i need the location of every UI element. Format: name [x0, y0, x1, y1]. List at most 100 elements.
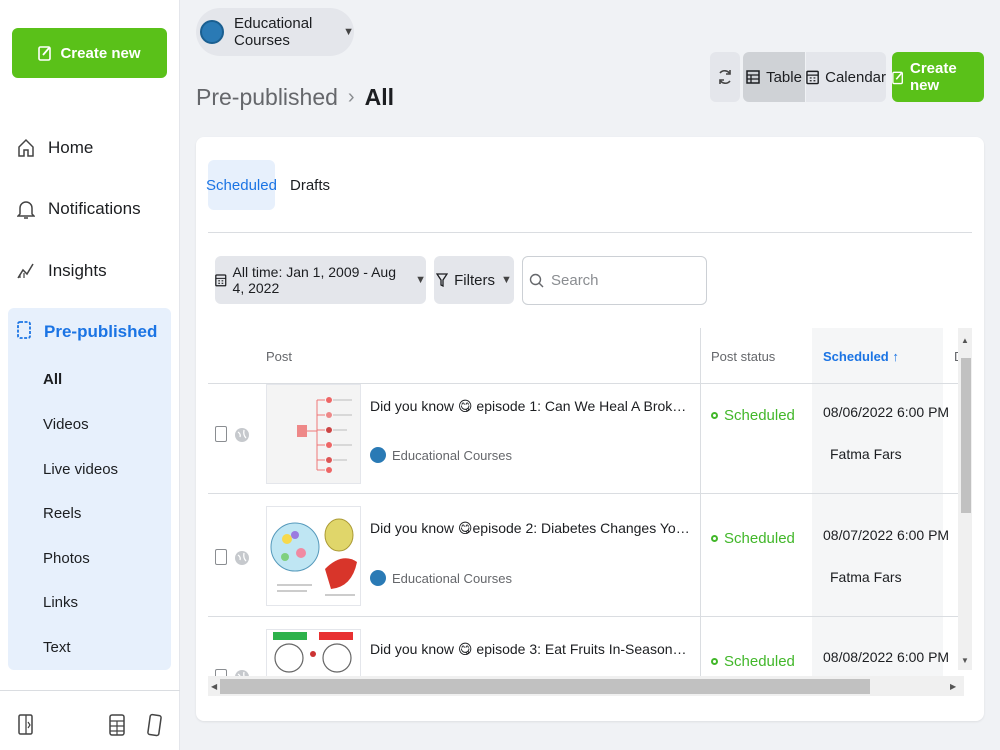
sidebar-item-home[interactable]: Home [0, 125, 180, 171]
compose-icon [892, 71, 903, 84]
sidebar-subitem-live-videos[interactable]: Live videos [43, 455, 118, 483]
calendar-icon [215, 274, 227, 287]
calculator-icon[interactable] [108, 713, 126, 737]
post-author: Fatma Fars [830, 446, 902, 462]
vertical-scrollbar-thumb[interactable] [961, 358, 971, 513]
post-title[interactable]: Did you know 😋 episode 1: Can We Heal A … [370, 398, 690, 415]
posts-table: Post Post status Scheduled ↑ D Did you k… [208, 328, 958, 678]
calendar-view-button[interactable]: Calendar [806, 52, 886, 102]
refresh-button[interactable] [710, 52, 740, 102]
globe-icon [235, 428, 249, 442]
sidebar-item-insights[interactable]: Insights [0, 248, 180, 294]
account-avatar [200, 20, 224, 44]
scroll-right-arrow-icon[interactable]: ▶ [950, 682, 956, 691]
post-title[interactable]: Did you know 😋episode 2: Diabetes Change… [370, 520, 690, 537]
sidebar-create-new-button[interactable]: Create new [12, 28, 167, 78]
status-dot-icon [711, 658, 718, 665]
sidebar-item-prepublished[interactable]: Pre-published [16, 312, 157, 352]
tab-drafts[interactable]: Drafts [290, 160, 330, 210]
sidebar-subitem-reels[interactable]: Reels [43, 499, 81, 527]
post-account-name: Educational Courses [392, 570, 512, 586]
date-range-label: All time: Jan 1, 2009 - Aug 4, 2022 [232, 264, 396, 296]
refresh-icon [719, 69, 731, 85]
table-row[interactable]: Did you know 😋episode 2: Diabetes Change… [208, 493, 958, 615]
calendar-view-label: Calendar [825, 68, 886, 86]
status-dot-icon [711, 412, 718, 419]
post-account: Educational Courses [370, 447, 512, 463]
column-header-status[interactable]: Post status [711, 328, 775, 384]
caret-down-icon: ▼ [500, 274, 512, 286]
search-input[interactable] [551, 272, 701, 289]
breadcrumb-parent[interactable]: Pre-published [196, 84, 338, 111]
chart-line-icon [16, 260, 36, 282]
table-row[interactable]: Did you know 😋 episode 1: Can We Heal A … [208, 383, 958, 505]
sidebar-footer [0, 690, 180, 750]
post-author: Fatma Fars [830, 569, 902, 585]
horizontal-scrollbar-thumb[interactable] [220, 679, 870, 694]
sidebar-toggle-icon[interactable] [17, 713, 35, 737]
phone-icon[interactable] [145, 713, 163, 737]
scheduled-datetime: 08/08/2022 6:00 PM [823, 649, 950, 665]
row-checkbox[interactable] [215, 426, 227, 442]
scroll-down-arrow-icon[interactable]: ▼ [961, 656, 969, 665]
post-title[interactable]: Did you know 😋 episode 3: Eat Fruits In-… [370, 641, 690, 658]
status-dot-icon [711, 535, 718, 542]
post-thumbnail[interactable] [266, 629, 361, 678]
funnel-icon [436, 273, 449, 287]
tab-scheduled[interactable]: Scheduled [206, 160, 277, 210]
sidebar-create-new-label: Create new [60, 44, 141, 62]
sidebar-subitem-photos[interactable]: Photos [43, 544, 90, 572]
account-avatar [370, 570, 386, 586]
sidebar-subitem-videos[interactable]: Videos [43, 410, 89, 438]
search-icon [529, 273, 544, 287]
mindmap-thumbnail-art [297, 397, 352, 473]
chevron-right-icon: › [347, 85, 355, 108]
post-thumbnail[interactable] [266, 506, 361, 606]
sidebar-subitem-text[interactable]: Text [43, 633, 71, 661]
fruits-thumbnail-art [273, 632, 353, 673]
caret-down-icon: ▼ [415, 274, 426, 286]
status-label: Scheduled [724, 407, 795, 424]
status-badge: Scheduled [711, 407, 795, 424]
header-create-new-button[interactable]: Create new [892, 52, 984, 102]
scroll-up-arrow-icon[interactable]: ▲ [961, 336, 969, 345]
table-view-button[interactable]: Table [743, 52, 805, 102]
status-label: Scheduled [724, 530, 795, 547]
status-badge: Scheduled [711, 653, 795, 670]
breadcrumb: Pre-published › All [196, 80, 394, 114]
calendar-icon [806, 70, 819, 85]
search-field[interactable] [522, 256, 707, 305]
compose-icon [38, 46, 52, 61]
filters-label: Filters [454, 271, 495, 289]
sidebar-item-notifications[interactable]: Notifications [0, 186, 180, 232]
sidebar-subitem-links[interactable]: Links [43, 588, 78, 616]
account-avatar [370, 447, 386, 463]
row-checkbox[interactable] [215, 549, 227, 565]
scheduled-datetime: 08/07/2022 6:00 PM [823, 527, 950, 543]
table-icon [746, 70, 760, 84]
bell-icon [16, 198, 36, 220]
document-icon [16, 320, 32, 345]
globe-icon [235, 551, 249, 565]
date-range-filter[interactable]: All time: Jan 1, 2009 - Aug 4, 2022 ▼ [215, 256, 426, 304]
post-account: Educational Courses [370, 570, 512, 586]
status-label: Scheduled [724, 653, 795, 670]
sidebar-subitem-all[interactable]: All [43, 365, 62, 393]
caret-down-icon: ▼ [343, 26, 354, 38]
scroll-left-arrow-icon[interactable]: ◀ [211, 682, 217, 691]
tabs-divider [208, 232, 972, 233]
prepublished-section [8, 308, 171, 670]
sidebar-item-notifications-label: Notifications [48, 199, 141, 218]
filters-button[interactable]: Filters ▼ [434, 256, 514, 304]
column-header-scheduled[interactable]: Scheduled ↑ [823, 328, 899, 384]
scheduled-datetime: 08/06/2022 6:00 PM [823, 404, 950, 420]
post-thumbnail[interactable] [266, 384, 361, 484]
sidebar-item-prepublished-label: Pre-published [44, 322, 158, 341]
table-row[interactable]: Did you know 😋 episode 3: Eat Fruits In-… [208, 616, 958, 678]
column-header-post[interactable]: Post [266, 328, 292, 384]
account-switcher[interactable]: Educational Courses ▼ [196, 8, 354, 56]
sidebar: Create new Home Notifications Insights P… [0, 0, 180, 750]
sidebar-item-home-label: Home [48, 138, 94, 157]
post-account-name: Educational Courses [392, 447, 512, 463]
diabetes-thumbnail-art [270, 518, 357, 596]
